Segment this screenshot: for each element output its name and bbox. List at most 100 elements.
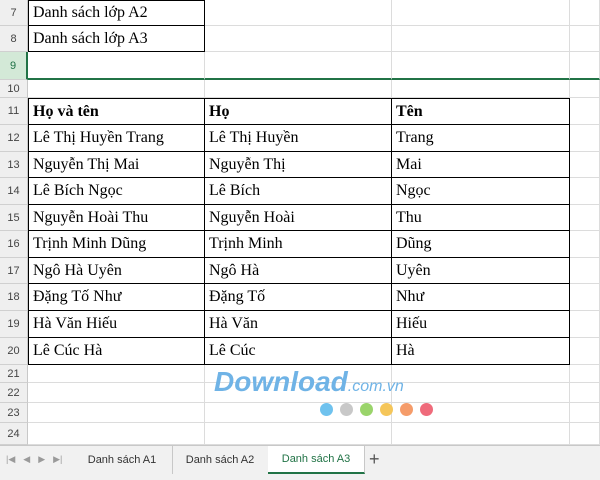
- watermark-logo: Download.com.vn: [214, 366, 446, 418]
- cell[interactable]: Lê Bích Ngọc: [28, 178, 205, 205]
- cell[interactable]: [205, 0, 392, 26]
- row-number[interactable]: 15: [0, 205, 28, 231]
- row-number[interactable]: 22: [0, 383, 28, 403]
- sheet-tab[interactable]: Danh sách A1: [72, 446, 173, 474]
- cell[interactable]: [28, 80, 205, 98]
- row-number[interactable]: 13: [0, 152, 28, 178]
- cell[interactable]: [570, 338, 600, 365]
- cell[interactable]: Lê Cúc Hà: [28, 338, 205, 365]
- cell[interactable]: [392, 0, 570, 26]
- row-number[interactable]: 7: [0, 0, 28, 26]
- column-header-cell[interactable]: Tên: [392, 98, 570, 125]
- cell[interactable]: [570, 311, 600, 338]
- cell[interactable]: [570, 383, 600, 403]
- cell[interactable]: Mai: [392, 152, 570, 178]
- cell[interactable]: [392, 26, 570, 52]
- cell[interactable]: Nguyễn Thị Mai: [28, 152, 205, 178]
- cell[interactable]: Đặng Tố Như: [28, 284, 205, 311]
- sheet-tab[interactable]: Danh sách A2: [172, 446, 269, 474]
- cell[interactable]: Trang: [392, 125, 570, 152]
- cell[interactable]: [570, 231, 600, 258]
- cell[interactable]: Trịnh Minh: [205, 231, 392, 258]
- first-sheet-icon[interactable]: |◀: [6, 454, 15, 465]
- cell[interactable]: Hà Văn: [205, 311, 392, 338]
- cell[interactable]: Như: [392, 284, 570, 311]
- cell[interactable]: Nguyễn Hoài Thu: [28, 205, 205, 231]
- cell[interactable]: Dũng: [392, 231, 570, 258]
- cell[interactable]: [570, 258, 600, 284]
- column-header-cell[interactable]: Họ và tên: [28, 98, 205, 125]
- cell[interactable]: Danh sách lớp A2: [28, 0, 205, 26]
- cell[interactable]: [205, 52, 392, 80]
- row-number[interactable]: 23: [0, 403, 28, 423]
- sheet-tab[interactable]: Danh sách A3: [268, 446, 365, 474]
- row-number[interactable]: 21: [0, 365, 28, 383]
- cell[interactable]: [28, 403, 205, 423]
- cell[interactable]: [570, 52, 600, 80]
- row-number[interactable]: 24: [0, 423, 28, 445]
- cell[interactable]: Nguyễn Hoài: [205, 205, 392, 231]
- row-number[interactable]: 19: [0, 311, 28, 338]
- cell[interactable]: [28, 365, 205, 383]
- add-sheet-button[interactable]: +: [369, 449, 380, 470]
- row-number[interactable]: 12: [0, 125, 28, 152]
- cell[interactable]: Trịnh Minh Dũng: [28, 231, 205, 258]
- prev-sheet-icon[interactable]: ◀: [23, 454, 30, 465]
- cell[interactable]: [570, 365, 600, 383]
- cell[interactable]: [28, 383, 205, 403]
- cell[interactable]: [205, 80, 392, 98]
- cell[interactable]: Thu: [392, 205, 570, 231]
- cell[interactable]: [570, 80, 600, 98]
- row-number[interactable]: 18: [0, 284, 28, 311]
- row-number[interactable]: 8: [0, 26, 28, 52]
- cell[interactable]: Ngô Hà Uyên: [28, 258, 205, 284]
- sheet-row: 18 Đặng Tố Như Đặng Tố Như: [0, 284, 600, 311]
- cell[interactable]: Hà: [392, 338, 570, 365]
- cell[interactable]: [205, 423, 392, 445]
- cell[interactable]: Lê Thị Huyền Trang: [28, 125, 205, 152]
- cell[interactable]: [570, 284, 600, 311]
- cell[interactable]: Ngọc: [392, 178, 570, 205]
- cell[interactable]: Ngô Hà: [205, 258, 392, 284]
- cell[interactable]: [570, 0, 600, 26]
- row-number[interactable]: 9: [0, 52, 28, 80]
- cell[interactable]: Đặng Tố: [205, 284, 392, 311]
- sheet-row: 15 Nguyễn Hoài Thu Nguyễn Hoài Thu: [0, 205, 600, 231]
- cell[interactable]: [570, 178, 600, 205]
- last-sheet-icon[interactable]: ▶|: [53, 454, 62, 465]
- cell[interactable]: [392, 52, 570, 80]
- column-header-cell[interactable]: Họ: [205, 98, 392, 125]
- row-number[interactable]: 14: [0, 178, 28, 205]
- cell[interactable]: [570, 423, 600, 445]
- cell[interactable]: [205, 26, 392, 52]
- cell[interactable]: [28, 423, 205, 445]
- cell[interactable]: [570, 152, 600, 178]
- sheet-row: 24: [0, 423, 600, 445]
- row-number[interactable]: 20: [0, 338, 28, 365]
- row-number[interactable]: 10: [0, 80, 28, 98]
- cell[interactable]: [570, 125, 600, 152]
- watermark-suffix: .com.vn: [347, 378, 404, 395]
- row-number[interactable]: 16: [0, 231, 28, 258]
- cell[interactable]: [28, 52, 205, 80]
- cell[interactable]: [570, 26, 600, 52]
- cell[interactable]: [392, 423, 570, 445]
- cell[interactable]: Hiếu: [392, 311, 570, 338]
- row-number[interactable]: 17: [0, 258, 28, 284]
- sheet-row: 7 Danh sách lớp A2: [0, 0, 600, 26]
- cell[interactable]: Danh sách lớp A3: [28, 26, 205, 52]
- cell[interactable]: Hà Văn Hiếu: [28, 311, 205, 338]
- cell[interactable]: Lê Cúc: [205, 338, 392, 365]
- cell[interactable]: [570, 98, 600, 125]
- cell[interactable]: Lê Thị Huyền: [205, 125, 392, 152]
- sheet-row: 8 Danh sách lớp A3: [0, 26, 600, 52]
- next-sheet-icon[interactable]: ▶: [38, 454, 45, 465]
- cell[interactable]: [570, 403, 600, 423]
- sheet-row: 11 Họ và tên Họ Tên: [0, 98, 600, 125]
- row-number[interactable]: 11: [0, 98, 28, 125]
- cell[interactable]: Lê Bích: [205, 178, 392, 205]
- cell[interactable]: Nguyễn Thị: [205, 152, 392, 178]
- cell[interactable]: Uyên: [392, 258, 570, 284]
- cell[interactable]: [392, 80, 570, 98]
- cell[interactable]: [570, 205, 600, 231]
